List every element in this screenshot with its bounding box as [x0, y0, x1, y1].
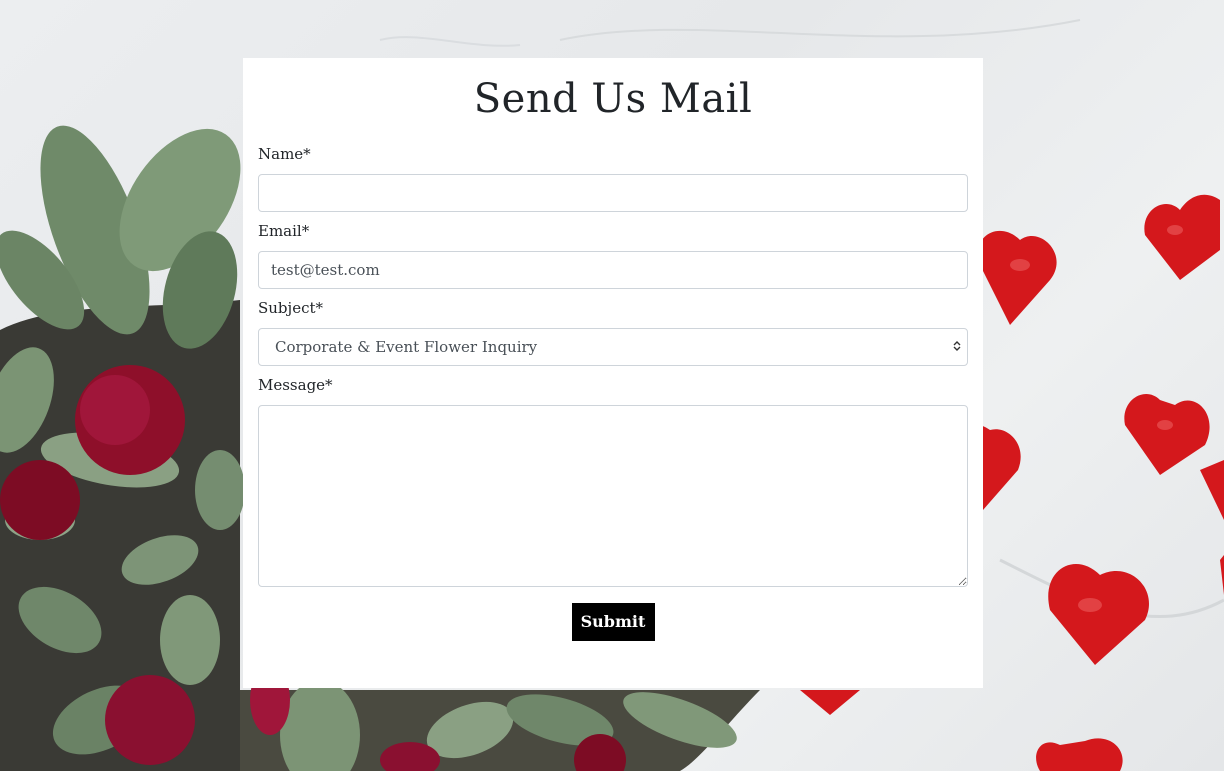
message-label: Message* [258, 376, 333, 394]
chevron-updown-icon[interactable] [952, 340, 962, 352]
email-label: Email* [258, 222, 310, 240]
subject-select[interactable]: Corporate & Event Flower Inquiry [258, 328, 968, 366]
contact-form-card: Send Us Mail Name* Email* Subject* Corpo… [243, 58, 983, 688]
submit-button[interactable]: Submit [571, 603, 655, 641]
subject-selected-value[interactable]: Corporate & Event Flower Inquiry [258, 328, 968, 366]
email-input[interactable] [258, 251, 968, 289]
page-title: Send Us Mail [473, 76, 753, 122]
message-textarea[interactable] [258, 405, 968, 587]
subject-label: Subject* [258, 299, 323, 317]
name-input[interactable] [258, 174, 968, 212]
name-label: Name* [258, 145, 311, 163]
